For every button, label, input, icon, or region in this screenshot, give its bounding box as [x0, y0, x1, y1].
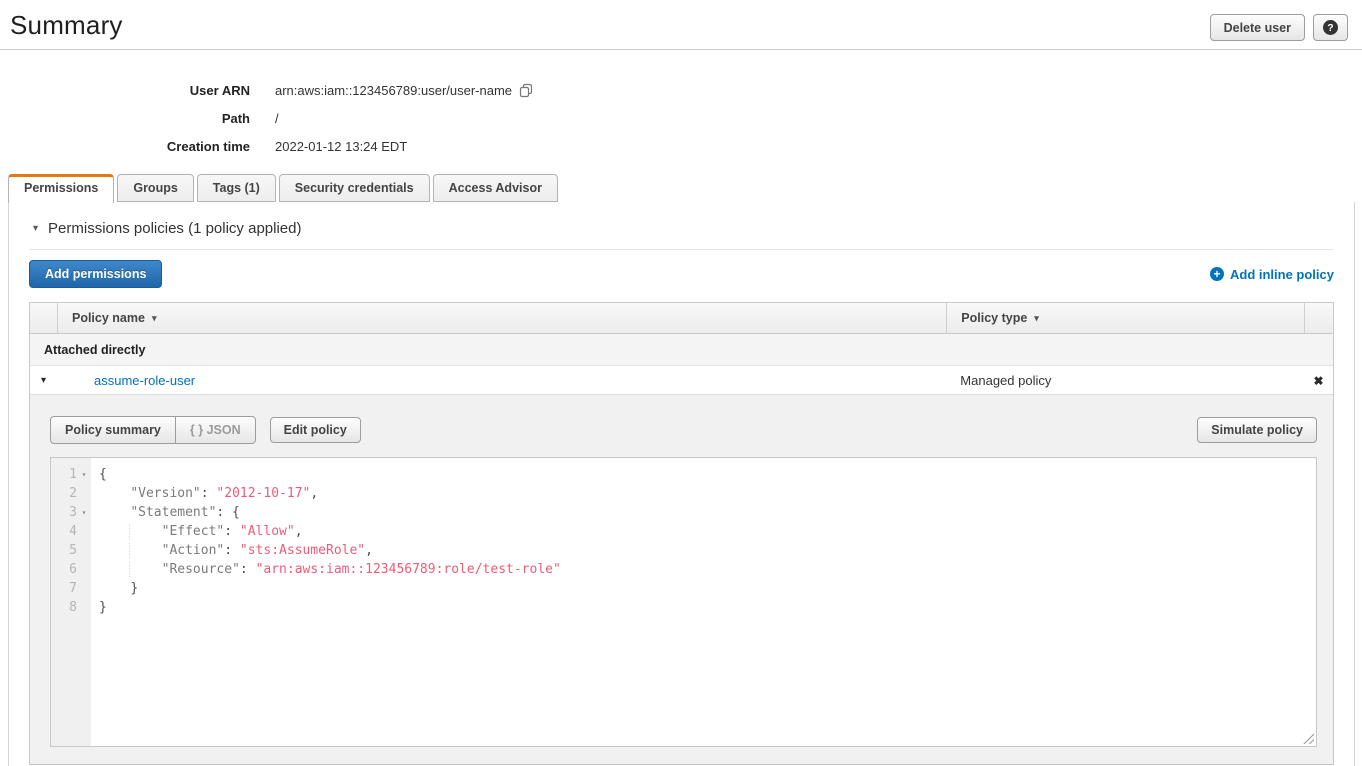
fold-caret-icon[interactable]: ▾	[77, 465, 91, 484]
policy-type-cell: Managed policy	[946, 373, 1304, 388]
question-mark-icon: ?	[1323, 20, 1338, 35]
json-policy-editor[interactable]: 1▾23▾45678 { "Version": "2012-10-17", "S…	[50, 457, 1317, 747]
tab-bar: Permissions Groups Tags (1) Security cre…	[0, 174, 1362, 202]
code-line: "Resource": "arn:aws:iam::123456789:role…	[99, 560, 1316, 579]
policy-table-header: Policy name ▾ Policy type ▾	[30, 303, 1333, 334]
line-number: 3▾	[51, 503, 91, 522]
delete-user-button[interactable]: Delete user	[1210, 14, 1305, 41]
tab-tags[interactable]: Tags (1)	[197, 174, 276, 202]
policy-detail-toolbar: Policy summary { } JSON Edit policy Simu…	[50, 416, 1317, 444]
sort-caret-icon: ▾	[1034, 313, 1039, 324]
code-line: "Version": "2012-10-17",	[99, 484, 1316, 503]
line-number: 2	[51, 484, 91, 503]
user-arn-value: arn:aws:iam::123456789:user/user-name	[275, 83, 534, 98]
line-number: 5	[51, 541, 91, 560]
policy-name-link[interactable]: assume-role-user	[94, 373, 195, 388]
section-heading-label: Permissions policies (1 policy applied)	[48, 220, 301, 237]
policy-summary-button[interactable]: Policy summary	[50, 416, 176, 444]
tab-access-advisor[interactable]: Access Advisor	[433, 174, 558, 202]
add-permissions-button[interactable]: Add permissions	[29, 260, 162, 288]
line-number: 8	[51, 598, 91, 617]
table-row: ▾ assume-role-user Managed policy ✖	[30, 366, 1333, 395]
line-number: 4	[51, 522, 91, 541]
plus-circle-icon: +	[1210, 267, 1224, 281]
group-row-attached-directly: Attached directly	[30, 334, 1333, 366]
tab-groups[interactable]: Groups	[117, 174, 193, 202]
permissions-tab-panel: ▾ Permissions policies (1 policy applied…	[8, 202, 1355, 766]
add-inline-policy-label: Add inline policy	[1230, 267, 1334, 282]
editor-code: { "Version": "2012-10-17", "Statement": …	[91, 458, 1316, 746]
column-header-policy-name[interactable]: Policy name ▾	[57, 303, 946, 333]
add-inline-policy-link[interactable]: + Add inline policy	[1210, 267, 1334, 282]
json-view-button[interactable]: { } JSON	[176, 416, 256, 444]
copy-icon[interactable]	[519, 83, 534, 98]
policy-detail-panel: Policy summary { } JSON Edit policy Simu…	[30, 395, 1333, 765]
permissions-policies-section-header[interactable]: ▾ Permissions policies (1 policy applied…	[29, 202, 1334, 249]
code-line: {	[99, 465, 1316, 484]
code-line: }	[99, 598, 1316, 617]
tab-security-credentials[interactable]: Security credentials	[279, 174, 430, 202]
policy-view-toggle: Policy summary { } JSON	[50, 416, 256, 444]
help-button[interactable]: ?	[1313, 14, 1348, 41]
page-header: Summary Delete user ?	[0, 0, 1362, 49]
caret-down-icon: ▾	[33, 223, 38, 234]
info-row-user-arn: User ARN arn:aws:iam::123456789:user/use…	[0, 76, 1362, 104]
info-row-creation-time: Creation time 2022-01-12 13:24 EDT	[0, 132, 1362, 160]
edit-policy-button[interactable]: Edit policy	[270, 417, 361, 443]
code-line: }	[99, 579, 1316, 598]
simulate-policy-button[interactable]: Simulate policy	[1197, 417, 1317, 443]
user-info-section: User ARN arn:aws:iam::123456789:user/use…	[0, 50, 1362, 174]
line-number: 7	[51, 579, 91, 598]
path-value: /	[275, 111, 279, 126]
sort-caret-icon: ▾	[152, 313, 157, 324]
row-expander-caret-icon[interactable]: ▾	[30, 375, 57, 386]
user-arn-label: User ARN	[0, 83, 250, 98]
code-line: "Statement": {	[99, 503, 1316, 522]
line-number: 1▾	[51, 465, 91, 484]
policy-name-cell: assume-role-user	[57, 373, 946, 388]
code-line: "Action": "sts:AssumeRole",	[99, 541, 1316, 560]
creation-time-label: Creation time	[0, 139, 250, 154]
page-title: Summary	[10, 10, 123, 41]
actions-column-header	[1304, 303, 1333, 333]
creation-time-value: 2022-01-12 13:24 EDT	[275, 139, 407, 154]
info-row-path: Path /	[0, 104, 1362, 132]
policy-actions-cell: ✖	[1304, 373, 1333, 388]
editor-gutter: 1▾23▾45678	[51, 458, 91, 746]
remove-policy-x-icon[interactable]: ✖	[1313, 374, 1323, 388]
line-number: 6	[51, 560, 91, 579]
permissions-toolbar: Add permissions + Add inline policy	[29, 250, 1334, 302]
code-line: "Effect": "Allow",	[99, 522, 1316, 541]
expander-column-header	[30, 303, 57, 333]
column-header-policy-type[interactable]: Policy type ▾	[946, 303, 1304, 333]
policy-table: Policy name ▾ Policy type ▾ Attached dir…	[29, 302, 1334, 765]
path-label: Path	[0, 111, 250, 126]
header-actions: Delete user ?	[1210, 14, 1348, 41]
tab-permissions[interactable]: Permissions	[8, 174, 114, 203]
fold-caret-icon[interactable]: ▾	[77, 503, 91, 522]
